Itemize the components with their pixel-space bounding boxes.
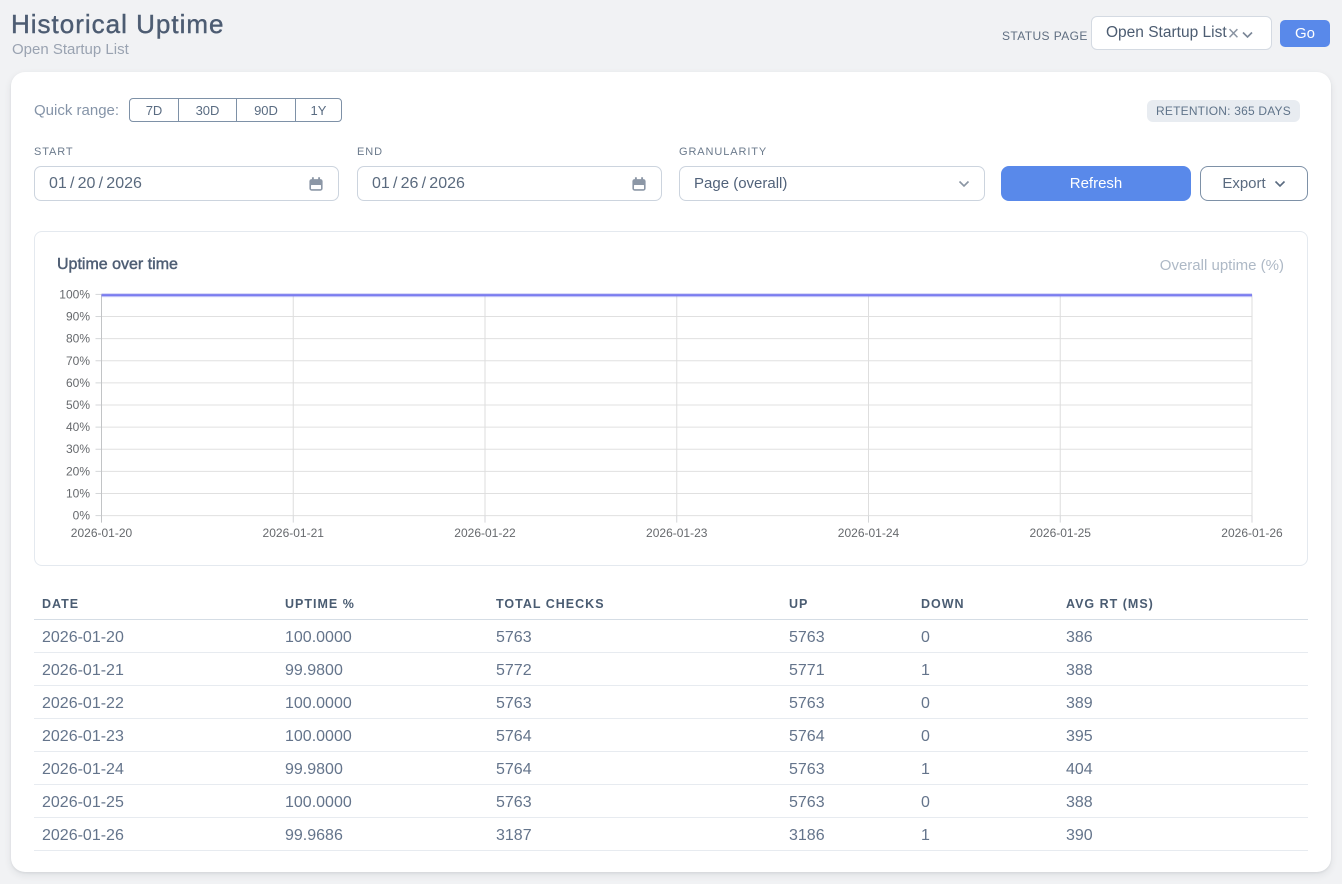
svg-text:70%: 70% <box>66 354 90 368</box>
svg-text:90%: 90% <box>66 310 90 324</box>
svg-text:30%: 30% <box>66 442 90 456</box>
svg-text:20%: 20% <box>66 464 90 478</box>
svg-text:100%: 100% <box>59 287 90 301</box>
svg-text:2026-01-21: 2026-01-21 <box>263 526 325 540</box>
svg-text:2026-01-25: 2026-01-25 <box>1030 526 1092 540</box>
svg-text:2026-01-24: 2026-01-24 <box>838 526 900 540</box>
svg-text:60%: 60% <box>66 376 90 390</box>
svg-text:2026-01-20: 2026-01-20 <box>71 526 133 540</box>
svg-text:0%: 0% <box>73 509 91 523</box>
svg-text:80%: 80% <box>66 332 90 346</box>
svg-text:2026-01-23: 2026-01-23 <box>646 526 708 540</box>
svg-text:2026-01-22: 2026-01-22 <box>454 526 516 540</box>
svg-text:40%: 40% <box>66 420 90 434</box>
svg-text:10%: 10% <box>66 486 90 500</box>
svg-text:2026-01-26: 2026-01-26 <box>1221 526 1283 540</box>
svg-text:50%: 50% <box>66 398 90 412</box>
